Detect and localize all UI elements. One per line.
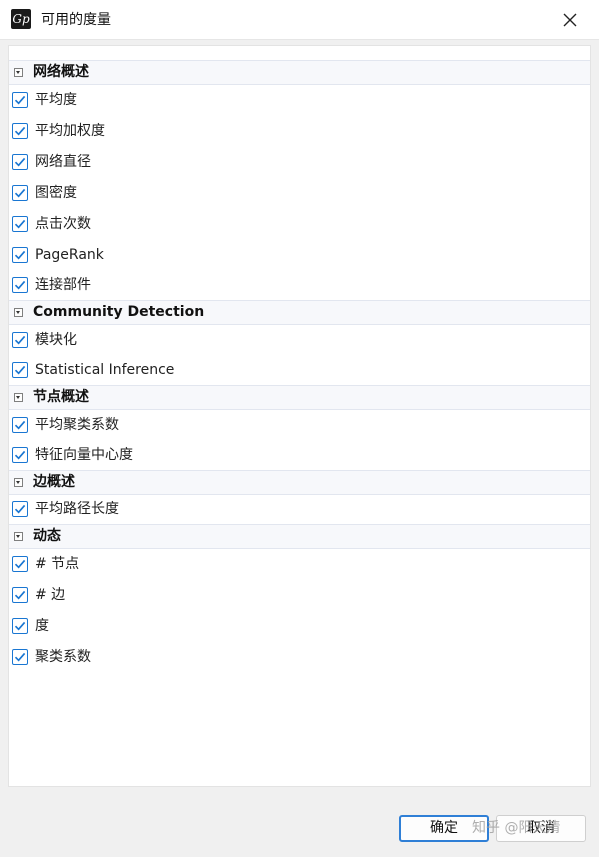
window-title: 可用的度量 <box>41 12 111 28</box>
metric-item[interactable]: 度 <box>9 611 590 642</box>
category-community-detection[interactable]: Community Detection <box>9 300 590 325</box>
collapse-toggle-icon[interactable] <box>14 532 23 541</box>
metric-checkbox[interactable] <box>12 185 28 201</box>
metric-label: 模块化 <box>35 332 77 348</box>
metric-item[interactable]: 图密度 <box>9 178 590 209</box>
metric-item[interactable]: PageRank <box>9 240 590 271</box>
category-node-overview[interactable]: 节点概述 <box>9 385 590 410</box>
metric-label: # 节点 <box>35 556 80 572</box>
checkmark-icon <box>14 652 26 662</box>
checkmark-icon <box>14 95 26 105</box>
metric-label: PageRank <box>35 247 104 263</box>
category-label: 网络概述 <box>33 64 89 80</box>
metric-label: 平均度 <box>35 92 77 108</box>
metric-item[interactable]: 模块化 <box>9 325 590 356</box>
category-label: Community Detection <box>33 304 205 320</box>
checkmark-icon <box>14 157 26 167</box>
metric-checkbox[interactable] <box>12 277 28 293</box>
checkmark-icon <box>14 250 26 260</box>
metric-label: # 边 <box>35 587 66 603</box>
checkmark-icon <box>14 450 26 460</box>
metric-checkbox[interactable] <box>12 216 28 232</box>
collapse-toggle-icon[interactable] <box>14 478 23 487</box>
category-label: 边概述 <box>33 474 75 490</box>
metric-checkbox[interactable] <box>12 649 28 665</box>
metric-checkbox[interactable] <box>12 154 28 170</box>
checkmark-icon <box>14 621 26 631</box>
metric-label: 网络直径 <box>35 154 91 170</box>
metric-checkbox[interactable] <box>12 556 28 572</box>
metrics-list: 网络概述 平均度 平均加权度 网络直径 图密度 点击次数 PageRank 连接… <box>9 60 590 673</box>
metric-label: 图密度 <box>35 185 77 201</box>
metric-item[interactable]: Statistical Inference <box>9 356 590 385</box>
metric-checkbox[interactable] <box>12 247 28 263</box>
metric-checkbox[interactable] <box>12 332 28 348</box>
title-bar: Gp 可用的度量 <box>0 0 599 40</box>
metric-item[interactable]: # 节点 <box>9 549 590 580</box>
metric-checkbox[interactable] <box>12 417 28 433</box>
metric-label: 聚类系数 <box>35 649 91 665</box>
metric-label: 平均路径长度 <box>35 501 119 517</box>
metric-item[interactable]: 平均路径长度 <box>9 495 590 524</box>
metric-item[interactable]: 平均聚类系数 <box>9 410 590 441</box>
category-label: 动态 <box>33 528 61 544</box>
metric-checkbox[interactable] <box>12 447 28 463</box>
checkmark-icon <box>14 365 26 375</box>
collapse-toggle-icon[interactable] <box>14 68 23 77</box>
category-network-overview[interactable]: 网络概述 <box>9 60 590 85</box>
ok-button[interactable]: 确定 <box>399 815 489 842</box>
metric-checkbox[interactable] <box>12 587 28 603</box>
metric-checkbox[interactable] <box>12 362 28 378</box>
close-icon <box>563 13 577 27</box>
checkmark-icon <box>14 590 26 600</box>
metric-item[interactable]: # 边 <box>9 580 590 611</box>
checkmark-icon <box>14 559 26 569</box>
metric-item[interactable]: 连接部件 <box>9 271 590 300</box>
metrics-list-panel[interactable]: 网络概述 平均度 平均加权度 网络直径 图密度 点击次数 PageRank 连接… <box>8 45 591 787</box>
metric-label: 点击次数 <box>35 216 91 232</box>
metric-item[interactable]: 特征向量中心度 <box>9 441 590 470</box>
checkmark-icon <box>14 504 26 514</box>
metric-label: Statistical Inference <box>35 362 175 378</box>
category-label: 节点概述 <box>33 389 89 405</box>
metric-checkbox[interactable] <box>12 501 28 517</box>
metric-label: 度 <box>35 618 49 634</box>
close-button[interactable] <box>554 5 586 35</box>
metric-item[interactable]: 聚类系数 <box>9 642 590 673</box>
metric-checkbox[interactable] <box>12 123 28 139</box>
metric-label: 平均聚类系数 <box>35 417 119 433</box>
checkmark-icon <box>14 126 26 136</box>
category-dynamic[interactable]: 动态 <box>9 524 590 549</box>
cancel-button[interactable]: 取消 <box>496 815 586 842</box>
category-edge-overview[interactable]: 边概述 <box>9 470 590 495</box>
metric-label: 平均加权度 <box>35 123 105 139</box>
metric-item[interactable]: 网络直径 <box>9 147 590 178</box>
collapse-toggle-icon[interactable] <box>14 308 23 317</box>
checkmark-icon <box>14 280 26 290</box>
checkmark-icon <box>14 420 26 430</box>
metric-checkbox[interactable] <box>12 618 28 634</box>
metric-item[interactable]: 平均加权度 <box>9 116 590 147</box>
metric-checkbox[interactable] <box>12 92 28 108</box>
collapse-toggle-icon[interactable] <box>14 393 23 402</box>
metric-item[interactable]: 平均度 <box>9 85 590 116</box>
gephi-logo-icon: Gp <box>11 9 31 29</box>
metric-label: 特征向量中心度 <box>35 447 133 463</box>
checkmark-icon <box>14 188 26 198</box>
metric-label: 连接部件 <box>35 277 91 293</box>
metric-item[interactable]: 点击次数 <box>9 209 590 240</box>
checkmark-icon <box>14 219 26 229</box>
checkmark-icon <box>14 335 26 345</box>
